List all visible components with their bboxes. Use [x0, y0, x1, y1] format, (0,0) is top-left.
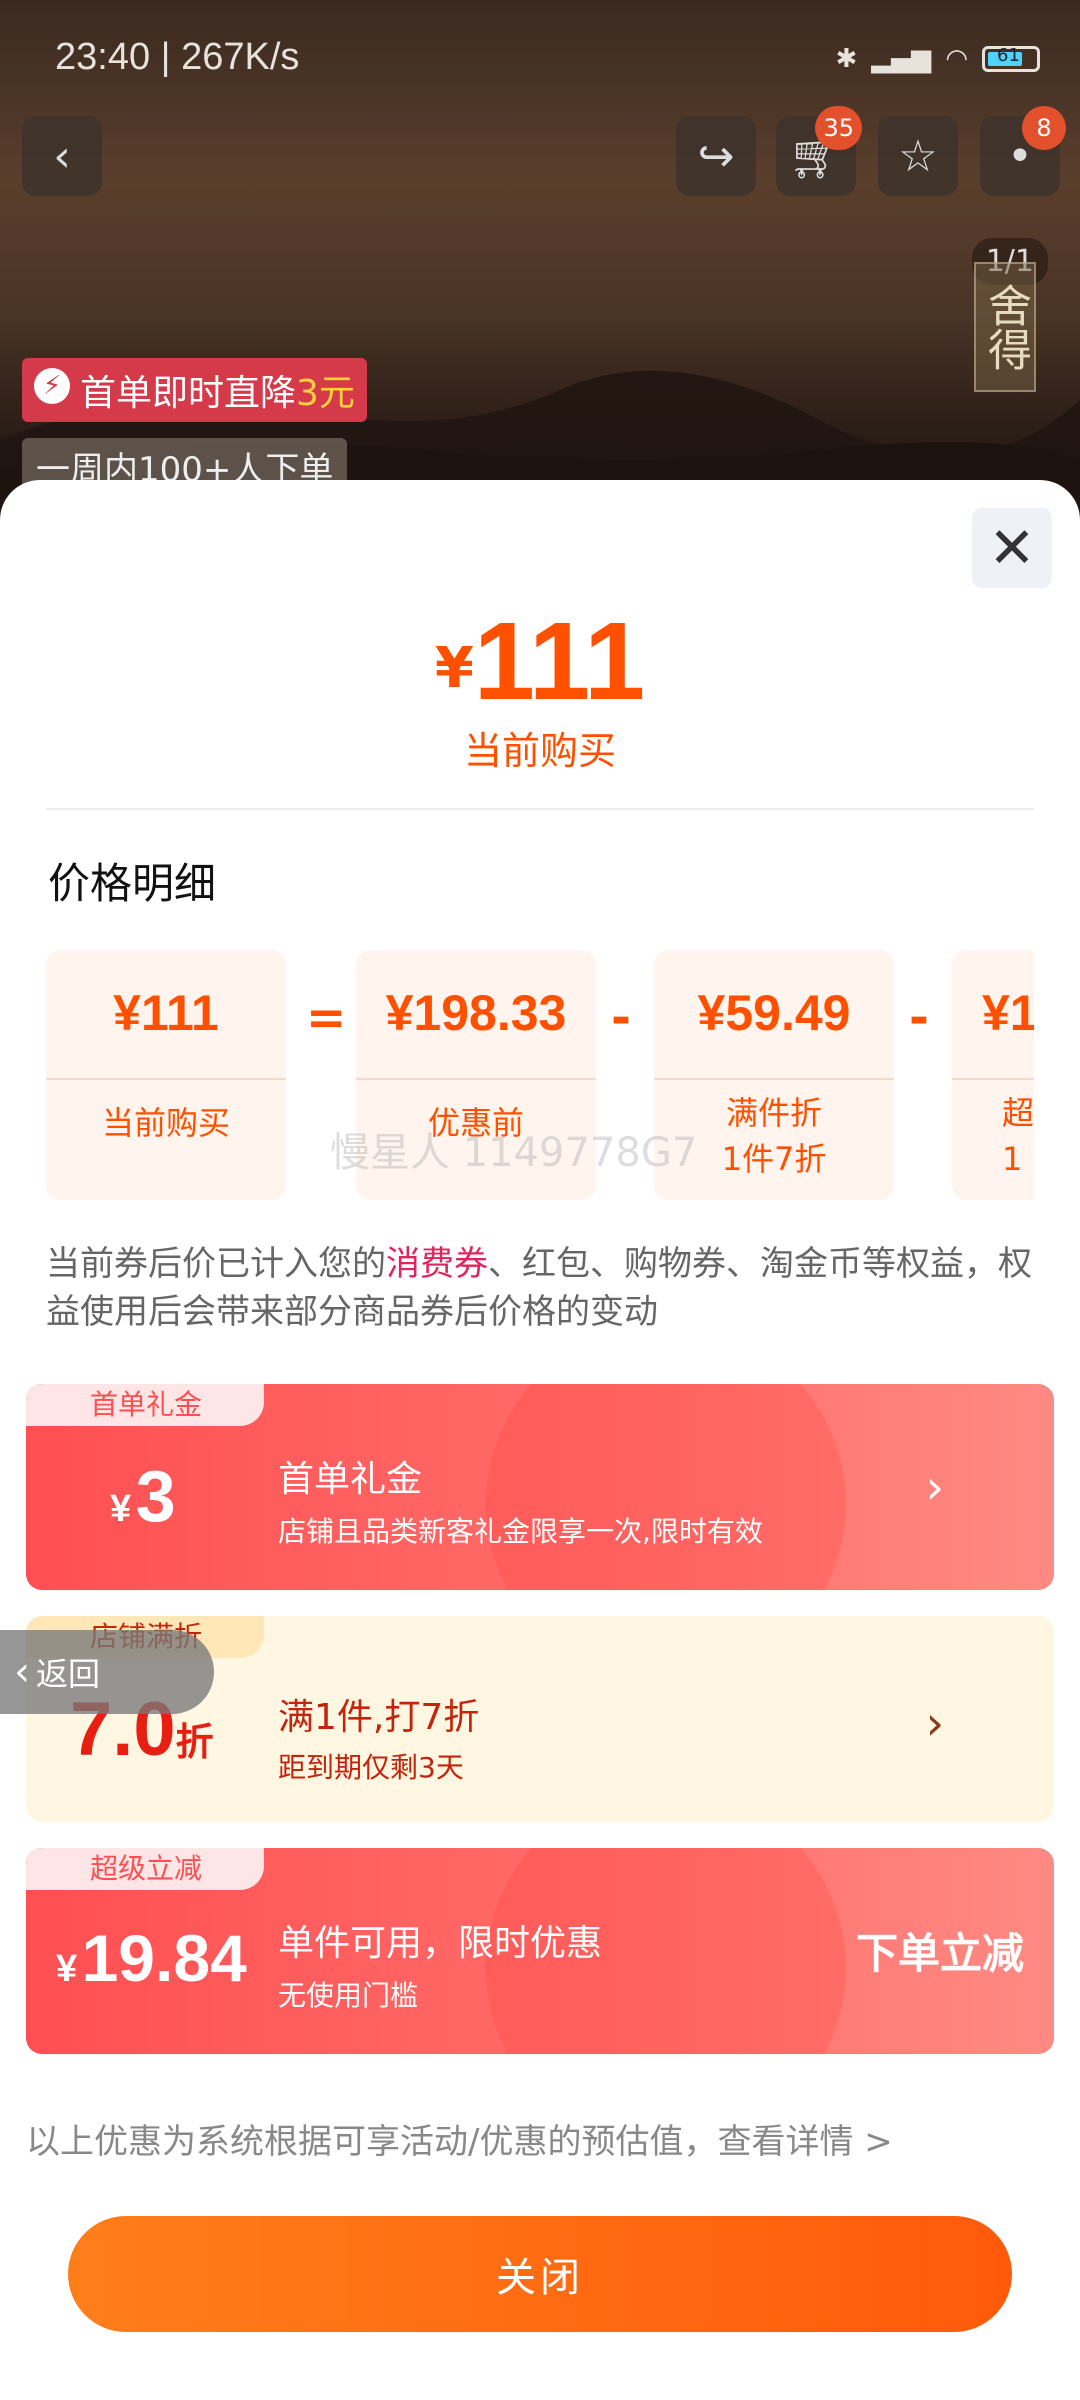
- share-icon: ↪: [697, 130, 735, 182]
- chevron-left-icon: ‹: [53, 130, 71, 182]
- promo-amount: 3元: [296, 373, 355, 414]
- chevron-right-icon: ›: [925, 1696, 944, 1750]
- more-button[interactable]: • 8: [980, 106, 1066, 196]
- current-price: ¥111: [0, 598, 1080, 725]
- minus-sign: -: [909, 990, 929, 1046]
- close-icon-button[interactable]: ✕: [972, 508, 1052, 588]
- breakdown-value: ¥1: [982, 985, 1034, 1041]
- favorite-button[interactable]: ☆: [878, 116, 958, 196]
- price-value: 111: [473, 600, 646, 723]
- coupon-desc: 距到期仅剩3天: [278, 1751, 464, 1784]
- coupon-value: 19.84: [81, 1921, 247, 1995]
- equals-sign: =: [306, 990, 347, 1046]
- breakdown-value: ¥198.33: [385, 985, 567, 1041]
- price-detail-sheet: ✕ ¥111 当前购买 价格明细 ¥111 当前购买 = ¥198.33 优惠前…: [0, 480, 1080, 2400]
- message-count-badge: 8: [1022, 106, 1066, 150]
- floating-back-button[interactable]: ‹ 返回: [0, 1630, 214, 1714]
- battery-icon: 61: [982, 45, 1040, 72]
- section-title: 价格明细: [48, 859, 217, 908]
- close-icon: ✕: [988, 515, 1036, 581]
- order-reduce-label: 下单立减: [855, 1929, 1024, 1978]
- coupon-super-reduction[interactable]: 超级立减 ¥ 19.84 单件可用，限时优惠 无使用门槛 下单立减: [26, 1848, 1054, 2054]
- breakdown-card-super: ¥1 超 1: [952, 950, 1034, 1200]
- footer-note-link[interactable]: 以上优惠为系统根据可享活动/优惠的预估值，查看详情 >: [26, 2114, 893, 2163]
- divider: [46, 808, 1034, 810]
- breakdown-value: ¥111: [113, 985, 219, 1041]
- back-button[interactable]: ‹: [22, 116, 102, 196]
- currency-symbol: ¥: [434, 636, 474, 701]
- cart-button[interactable]: 🛒︎ 35: [776, 106, 862, 196]
- breakdown-value: ¥59.49: [697, 985, 851, 1041]
- coupon-amount: ¥ 19.84: [56, 1920, 247, 1996]
- price-note: 当前券后价已计入您的消费券、红包、购物券、淘金币等权益，权益使用后会带来部分商品…: [46, 1240, 1034, 1336]
- first-order-promo-tag: ⚡︎ 首单即时直降3元: [22, 358, 367, 422]
- currency-symbol: ¥: [56, 1948, 78, 1990]
- battery-level: 61: [997, 45, 1020, 66]
- breakdown-card-current: ¥111 当前购买: [46, 950, 286, 1200]
- coupon-first-order[interactable]: 首单礼金 ¥ 3 首单礼金 店铺且品类新客礼金限享一次,限时有效 ›: [26, 1384, 1054, 1590]
- star-icon: ☆: [898, 130, 938, 182]
- breakdown-label: 当前购买: [101, 1104, 230, 1142]
- price-label: 当前购买: [463, 729, 616, 773]
- breakdown-label: 超 1: [1002, 1094, 1034, 1178]
- brand-seal: 舍得: [974, 262, 1036, 392]
- chevron-right-icon: ›: [925, 1460, 944, 1514]
- bluetooth-icon: ✱: [835, 44, 858, 74]
- coupon-value: 3: [135, 1457, 176, 1537]
- coupon-tag: 超级立减: [26, 1848, 265, 1890]
- coupon-title: 首单礼金: [278, 1459, 423, 1500]
- promo-text: 首单即时直降: [80, 373, 297, 414]
- coupon-amount: ¥ 3: [110, 1456, 176, 1538]
- chevron-left-icon: ‹: [14, 1649, 30, 1695]
- coupon-title: 单件可用，限时优惠: [278, 1923, 603, 1964]
- coupon-desc: 无使用门槛: [278, 1979, 419, 2012]
- signal-icon: ▂▄▆: [871, 44, 932, 74]
- currency-symbol: ¥: [110, 1488, 132, 1530]
- note-text: 当前券后价已计入您的: [46, 1244, 386, 1284]
- coupon-unit: 折: [175, 1722, 214, 1764]
- note-highlight-link[interactable]: 消费券: [386, 1244, 488, 1284]
- wifi-icon: ◠: [945, 44, 968, 74]
- coupon-tag: 首单礼金: [26, 1384, 265, 1426]
- cart-count-badge: 35: [815, 106, 862, 150]
- watermark: 慢星人 1149778G7: [330, 1130, 698, 1176]
- lightning-icon: ⚡︎: [34, 368, 70, 404]
- status-bar: 23:40 | 267K/s ✱ ▂▄▆ ◠ 61: [0, 0, 1080, 110]
- status-time: 23:40 | 267K/s: [55, 36, 300, 78]
- coupon-desc: 店铺且品类新客礼金限享一次,限时有效: [278, 1515, 763, 1548]
- close-button[interactable]: 关闭: [68, 2216, 1012, 2332]
- minus-sign: -: [611, 990, 631, 1046]
- back-label: 返回: [36, 1655, 101, 1693]
- coupon-title: 满1件,打7折: [278, 1697, 480, 1738]
- share-button[interactable]: ↪: [676, 116, 756, 196]
